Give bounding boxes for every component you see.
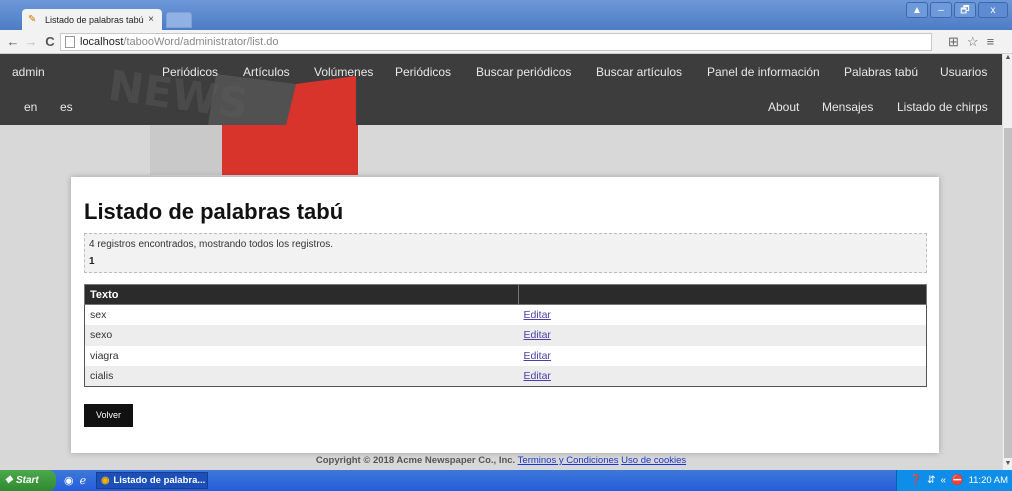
action-cell: Editar xyxy=(518,304,927,325)
address-bar: ← → C localhost/tabooWord/administrator/… xyxy=(0,30,1012,54)
taskbar-item-browser[interactable]: ◉ Listado de palabra... xyxy=(96,472,209,489)
translate-icon[interactable]: ⊞ xyxy=(948,34,959,50)
cookies-link[interactable]: Uso de cookies xyxy=(621,455,686,466)
start-label: Start xyxy=(15,475,39,486)
table-row: viagra Editar xyxy=(84,345,927,366)
favicon-icon: ✎ xyxy=(28,13,37,25)
edit-link[interactable]: Editar xyxy=(524,329,551,341)
banner-shadow xyxy=(150,125,222,175)
network-icon[interactable]: ⇵ xyxy=(927,475,935,486)
scrollbar-thumb[interactable] xyxy=(1004,128,1012,458)
nav-periodicos-2[interactable]: Periódicos xyxy=(395,65,451,79)
window-controls: ▲ – 🗗 x xyxy=(904,2,1008,18)
page-number[interactable]: 1 xyxy=(89,256,922,267)
edit-link[interactable]: Editar xyxy=(524,370,551,382)
table-row: sex Editar xyxy=(84,304,927,325)
expand-tray-icon[interactable]: « xyxy=(941,475,947,486)
minimize-button[interactable]: – xyxy=(930,2,952,18)
secondary-menu: en es About Mensajes Listado de chirps xyxy=(0,89,1002,124)
taskbar: ❖ Start ◉ ℯ ◉ Listado de palabra... ❓ ⇵ … xyxy=(0,470,1012,491)
taskbar-item-label: Listado de palabra... xyxy=(113,475,206,486)
page-title: Listado de palabras tabú xyxy=(84,199,344,224)
terms-link[interactable]: Terminos y Condiciones xyxy=(518,455,619,466)
url-input[interactable]: localhost/tabooWord/administrator/list.d… xyxy=(60,32,932,51)
help-icon[interactable]: ❓ xyxy=(910,475,922,486)
chrome-quicklaunch-icon[interactable]: ◉ xyxy=(64,474,74,487)
pagination-info: 4 registros encontrados, mostrando todos… xyxy=(84,233,927,273)
nav-palabras-tabu[interactable]: Palabras tabú xyxy=(844,65,918,79)
reload-icon[interactable]: C xyxy=(40,34,60,49)
nav-mensajes[interactable]: Mensajes xyxy=(822,100,873,114)
nav-panel-informacion[interactable]: Panel de información xyxy=(707,65,820,79)
close-window-button[interactable]: x xyxy=(978,2,1008,18)
word-cell: sex xyxy=(84,304,519,325)
maximize-button[interactable]: 🗗 xyxy=(954,2,976,18)
nav-volumenes[interactable]: Volúmenes xyxy=(314,65,373,79)
page-scrollbar[interactable]: ▲ ▼ xyxy=(1002,54,1012,470)
back-button[interactable]: Volver xyxy=(84,404,133,427)
browser-tab[interactable]: ✎ Listado de palabras tabú × xyxy=(22,9,162,30)
taboo-words-table: Texto sex Editar sexo Editar viagra Edit… xyxy=(84,284,927,387)
nav-listado-chirps[interactable]: Listado de chirps xyxy=(897,100,988,114)
quick-launch: ◉ ℯ xyxy=(64,474,86,487)
copyright-text: Copyright © 2018 Acme Newspaper Co., Inc… xyxy=(315,455,516,466)
records-count: 4 registros encontrados, mostrando todos… xyxy=(89,239,334,250)
back-icon[interactable]: ← xyxy=(4,34,22,49)
scroll-down-icon[interactable]: ▼ xyxy=(1003,460,1012,470)
nav-buscar-periodicos[interactable]: Buscar periódicos xyxy=(476,65,571,79)
windows-flag-icon: ❖ xyxy=(4,475,13,486)
new-tab-button[interactable] xyxy=(166,12,192,28)
main-menu: admin Periódicos Artículos Volúmenes Per… xyxy=(0,54,1002,89)
nav-periodicos[interactable]: Periódicos xyxy=(162,65,218,79)
action-cell: Editar xyxy=(518,366,927,387)
nav-buscar-articulos[interactable]: Buscar artículos xyxy=(596,65,682,79)
ie-quicklaunch-icon[interactable]: ℯ xyxy=(80,474,87,487)
scroll-up-icon[interactable]: ▲ xyxy=(1003,54,1012,64)
page-icon xyxy=(65,35,75,48)
table-header-row: Texto xyxy=(84,284,927,305)
start-button[interactable]: ❖ Start xyxy=(0,470,56,491)
banner-red-block xyxy=(222,125,358,175)
browser-titlebar: ✎ Listado de palabras tabú × ▲ – 🗗 x xyxy=(0,0,1012,30)
menu-icon[interactable]: ≡ xyxy=(987,34,995,49)
action-cell: Editar xyxy=(518,345,927,366)
tab-title: Listado de palabras tabú xyxy=(45,14,144,25)
chrome-icon: ◉ xyxy=(101,475,110,486)
lang-en[interactable]: en xyxy=(24,100,37,114)
url-path: /tabooWord/administrator/list.do xyxy=(123,35,279,48)
site-header: NEWS admin Periódicos Artículos Volúmene… xyxy=(0,54,1002,125)
nav-articulos[interactable]: Artículos xyxy=(243,65,290,79)
edit-link[interactable]: Editar xyxy=(524,309,551,321)
bookmark-star-icon[interactable]: ☆ xyxy=(967,34,979,50)
clock: 11:20 AM xyxy=(968,475,1008,486)
tab-close-icon[interactable]: × xyxy=(146,14,156,25)
restore-up-button[interactable]: ▲ xyxy=(906,2,928,18)
word-cell: cialis xyxy=(84,366,519,387)
column-header-texto[interactable]: Texto xyxy=(84,284,519,305)
lang-es[interactable]: es xyxy=(60,100,73,114)
nav-admin[interactable]: admin xyxy=(12,65,45,79)
security-icon[interactable]: ⛔ xyxy=(951,475,963,486)
system-tray: ❓ ⇵ « ⛔ 11:20 AM xyxy=(896,470,1012,491)
forward-icon[interactable]: → xyxy=(22,34,40,49)
url-host: localhost xyxy=(80,35,124,48)
nav-usuarios[interactable]: Usuarios xyxy=(940,65,987,79)
column-header-actions xyxy=(518,284,927,305)
action-cell: Editar xyxy=(518,325,927,346)
table-row: cialis Editar xyxy=(84,366,927,387)
nav-about[interactable]: About xyxy=(768,100,799,114)
table-row: sexo Editar xyxy=(84,325,927,346)
page-footer: Copyright © 2018 Acme Newspaper Co., Inc… xyxy=(0,455,1002,466)
word-cell: viagra xyxy=(84,345,519,366)
content-panel: Listado de palabras tabú 4 registros enc… xyxy=(71,177,939,453)
edit-link[interactable]: Editar xyxy=(524,350,551,362)
word-cell: sexo xyxy=(84,325,519,346)
